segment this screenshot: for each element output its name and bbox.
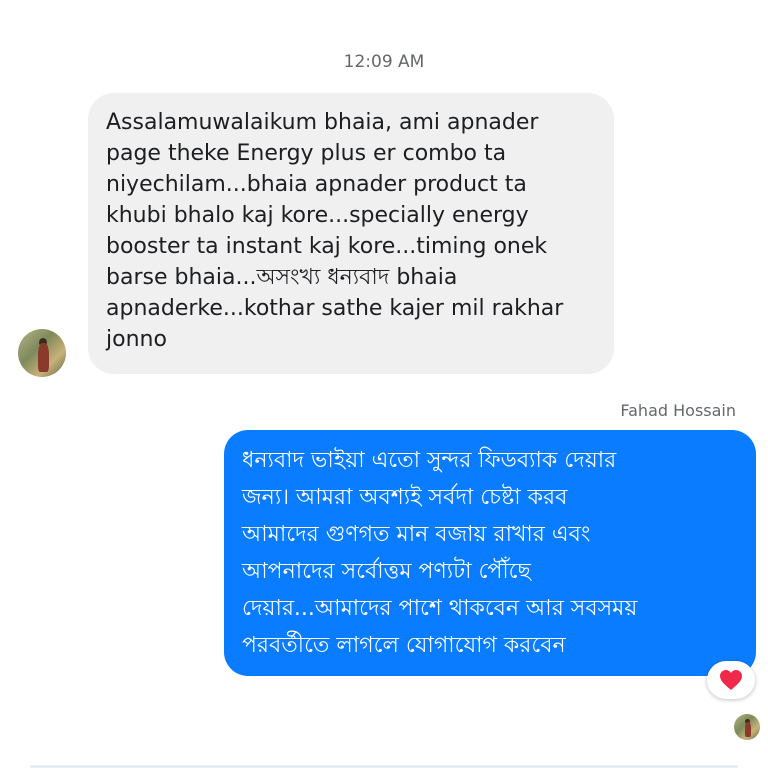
incoming-message-line: khubi bhalo kaj kore...specially energy xyxy=(106,203,529,228)
sender-avatar[interactable] xyxy=(18,329,66,377)
incoming-message-line: page theke Energy plus er combo ta xyxy=(106,141,507,166)
avatar-figure-shape xyxy=(744,721,751,738)
message-timestamp: 12:09 AM xyxy=(343,52,425,72)
outgoing-message-line: জন্য। আমরা অবশ্যই সর্বদা চেষ্টা করব xyxy=(242,485,568,510)
incoming-message-line: niyechilam...bhaia apnader product ta xyxy=(106,172,527,197)
incoming-message-line: booster ta instant kaj kore...timing one… xyxy=(106,234,548,259)
outgoing-sender-name: Fahad Hossain xyxy=(620,401,736,420)
incoming-message-line: apnaderke...kothar sathe kajer mil rakha… xyxy=(106,296,564,321)
chat-thread: 12:09 AM Assalamuwalaikum bhaia, ami apn… xyxy=(0,0,768,768)
incoming-message-line: barse bhaia...অসংখ্য ধন্যবাদ bhaia xyxy=(106,265,458,290)
outgoing-message-line: আমাদের গুণগত মান বজায় রাখার এবং xyxy=(242,522,591,547)
heart-icon xyxy=(720,670,742,690)
outgoing-message-bubble[interactable]: ধন্যবাদ ভাইয়া এতো সুন্দর ফিডব্যাক দেয়া… xyxy=(224,430,756,676)
seen-receipt-avatar xyxy=(734,714,760,740)
incoming-message-line: jonno xyxy=(106,327,167,352)
incoming-message-line: Assalamuwalaikum bhaia, ami apnader xyxy=(106,110,539,135)
outgoing-message-line: আপনাদের সর্বোত্তম পণ্যটা পৌঁছে xyxy=(242,559,531,584)
outgoing-message-line: পরবর্তীতে লাগলে যোগাযোগ করবেন xyxy=(242,633,566,658)
incoming-message-bubble[interactable]: Assalamuwalaikum bhaia, ami apnader page… xyxy=(88,93,614,374)
outgoing-message-line: ধন্যবাদ ভাইয়া এতো সুন্দর ফিডব্যাক দেয়া… xyxy=(242,448,617,473)
avatar-figure-shape xyxy=(38,343,49,373)
message-reaction[interactable] xyxy=(707,661,755,699)
outgoing-message-line: দেয়ার...আমাদের পাশে থাকবেন আর সবসময় xyxy=(242,596,638,621)
